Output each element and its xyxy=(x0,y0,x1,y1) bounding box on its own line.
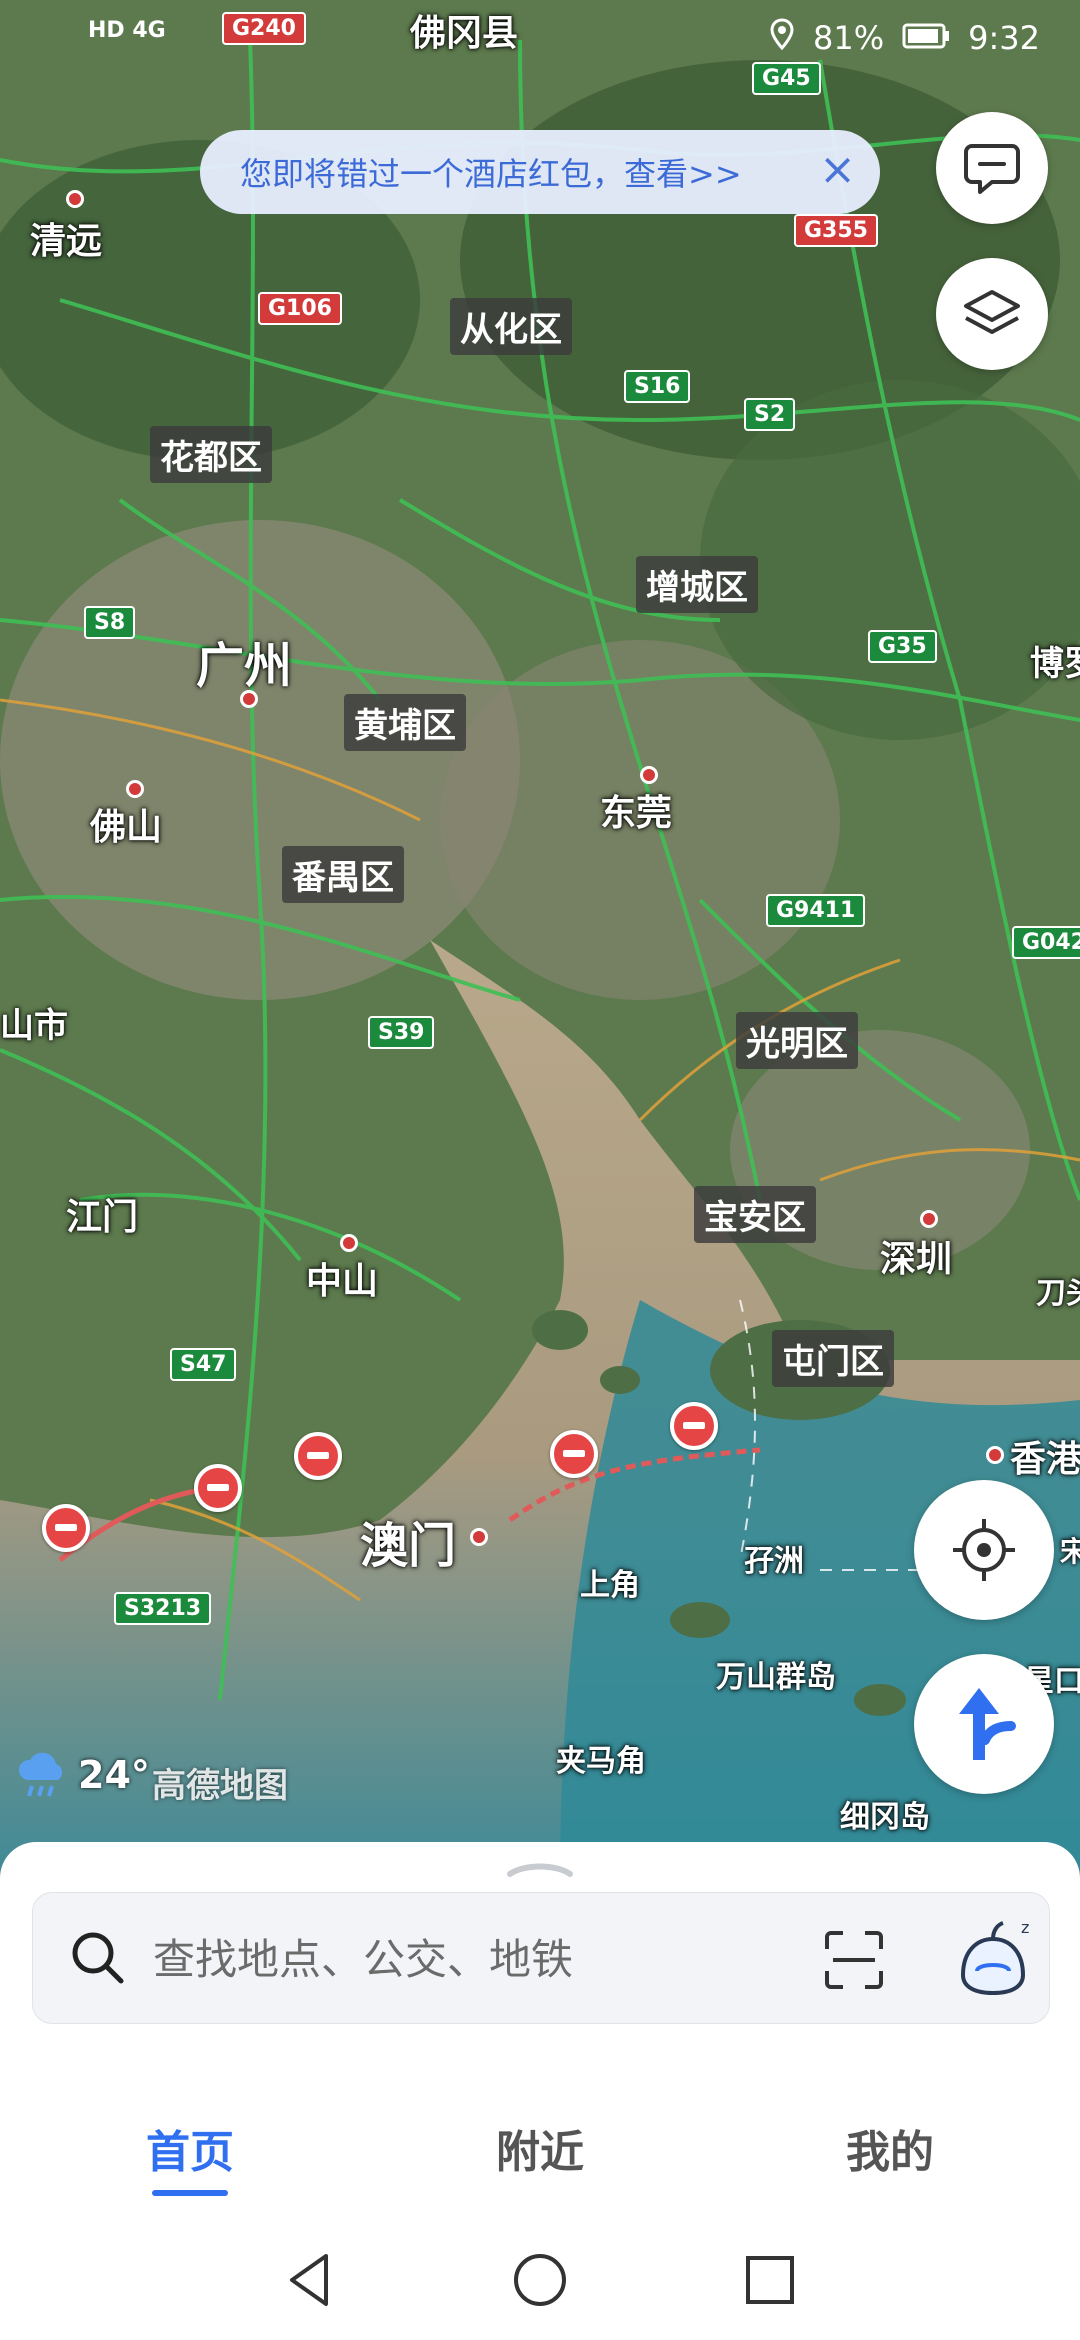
close-icon[interactable]: × xyxy=(819,148,856,192)
status-bar: HD 4G 81% 9:32 xyxy=(0,0,1080,72)
place-label[interactable]: 东莞 xyxy=(600,784,672,836)
locate-me-button[interactable] xyxy=(914,1480,1054,1620)
tab-mine[interactable]: 我的 xyxy=(790,2116,990,2180)
district-label[interactable]: 从化区 xyxy=(450,298,572,355)
route-button[interactable] xyxy=(914,1654,1054,1794)
active-tab-indicator xyxy=(152,2190,228,2196)
district-label[interactable]: 增城区 xyxy=(636,556,758,613)
place-label[interactable]: 夹马角 xyxy=(556,1736,646,1780)
city-pin xyxy=(640,766,658,784)
weather-widget[interactable]: 24° xyxy=(14,1750,150,1800)
map-provider-logo: 高德地图 xyxy=(152,1766,288,1806)
city-pin xyxy=(986,1446,1004,1464)
place-label[interactable]: 细冈岛 xyxy=(840,1792,930,1836)
road-shield-expressway: S3213 xyxy=(114,1592,212,1625)
battery-icon xyxy=(902,19,950,57)
clock: 9:32 xyxy=(968,19,1040,57)
road-closure-icon[interactable] xyxy=(42,1504,90,1552)
message-button[interactable] xyxy=(936,112,1048,224)
promo-text[interactable]: 您即将错过一个酒店红包，查看>> xyxy=(240,149,742,195)
district-label[interactable]: 花都区 xyxy=(150,426,272,483)
weather-temperature: 24° xyxy=(78,1753,150,1797)
layers-button[interactable] xyxy=(936,258,1048,370)
road-shield-expressway: G0422 xyxy=(1012,926,1080,959)
road-shield-expressway: S8 xyxy=(84,606,136,639)
system-nav-bar xyxy=(0,2220,1080,2340)
road-shield-expressway: S39 xyxy=(368,1016,435,1049)
city-pin xyxy=(240,690,258,708)
city-pin xyxy=(126,780,144,798)
road-closure-icon[interactable] xyxy=(194,1464,242,1512)
place-label[interactable]: 宋 xyxy=(1060,1530,1080,1570)
bottom-sheet[interactable]: z xyxy=(0,1842,1080,2060)
city-pin xyxy=(66,190,84,208)
district-label[interactable]: 光明区 xyxy=(736,1012,858,1069)
layers-icon xyxy=(964,290,1020,334)
sheet-handle-icon[interactable] xyxy=(504,1856,576,1880)
city-pin xyxy=(920,1210,938,1228)
place-label[interactable]: 万山群岛 xyxy=(716,1652,836,1696)
hotel-promo-banner[interactable]: 您即将错过一个酒店红包，查看>> × xyxy=(200,130,880,214)
place-label[interactable]: 江门 xyxy=(66,1188,138,1240)
road-shield-expressway: S47 xyxy=(170,1348,237,1381)
road-shield-national: G106 xyxy=(258,292,342,325)
road-shield-expressway: G35 xyxy=(868,630,937,663)
road-shield-expressway: G9411 xyxy=(766,894,866,927)
place-label[interactable]: 澳门 xyxy=(360,1506,456,1576)
network-indicator: HD 4G xyxy=(88,18,166,43)
voice-assistant-icon[interactable]: z xyxy=(953,1915,1037,2001)
road-shield-expressway: S16 xyxy=(624,370,691,403)
search-icon xyxy=(72,1932,124,1984)
road-shield-expressway: S2 xyxy=(744,398,796,431)
city-pin xyxy=(340,1234,358,1252)
recents-icon[interactable] xyxy=(740,2250,800,2310)
chat-bubble-icon xyxy=(964,144,1020,194)
road-closure-icon[interactable] xyxy=(550,1430,598,1478)
place-label[interactable]: 山市 xyxy=(0,998,68,1047)
tab-home[interactable]: 首页 xyxy=(90,2116,290,2180)
search-bar[interactable]: z xyxy=(32,1892,1050,2025)
place-label[interactable]: 广州 xyxy=(196,626,292,696)
battery-percent: 81% xyxy=(813,19,885,57)
back-icon[interactable] xyxy=(280,2250,340,2310)
city-pin xyxy=(470,1528,488,1546)
place-label[interactable]: 香港 xyxy=(1010,1430,1080,1482)
tab-nearby[interactable]: 附近 xyxy=(440,2116,640,2180)
place-label[interactable]: 清远 xyxy=(30,212,102,264)
place-label[interactable]: 孖洲 xyxy=(744,1536,804,1580)
district-label[interactable]: 宝安区 xyxy=(694,1186,816,1243)
district-label[interactable]: 黄埔区 xyxy=(344,694,466,751)
rain-cloud-icon xyxy=(18,1752,63,1797)
location-icon xyxy=(769,18,795,58)
road-shield-national: G355 xyxy=(794,214,878,247)
district-label[interactable]: 番禺区 xyxy=(282,846,404,903)
search-input[interactable] xyxy=(151,1893,715,2025)
place-label[interactable]: 上角 xyxy=(580,1560,640,1604)
map-view[interactable]: 佛冈县 清远 广州 佛山 东莞 深圳 江门 中山 澳门 香港 上角 孖洲 万山群… xyxy=(0,0,1080,1880)
svg-text:z: z xyxy=(1021,1918,1029,1937)
scan-icon[interactable] xyxy=(823,1929,885,1991)
crosshair-icon xyxy=(953,1519,1015,1581)
tab-bar: 首页 附近 我的 xyxy=(0,2070,1080,2220)
road-closure-icon[interactable] xyxy=(670,1402,718,1450)
place-label[interactable]: 刀头 xyxy=(1036,1268,1080,1312)
route-arrow-icon xyxy=(959,1688,1016,1760)
place-label[interactable]: 博罗 xyxy=(1030,636,1080,685)
place-label[interactable]: 中山 xyxy=(306,1252,378,1304)
home-icon[interactable] xyxy=(510,2250,570,2310)
place-label[interactable]: 佛山 xyxy=(90,798,162,850)
district-label[interactable]: 屯门区 xyxy=(772,1330,894,1387)
place-label[interactable]: 深圳 xyxy=(880,1230,952,1282)
road-closure-icon[interactable] xyxy=(294,1432,342,1480)
